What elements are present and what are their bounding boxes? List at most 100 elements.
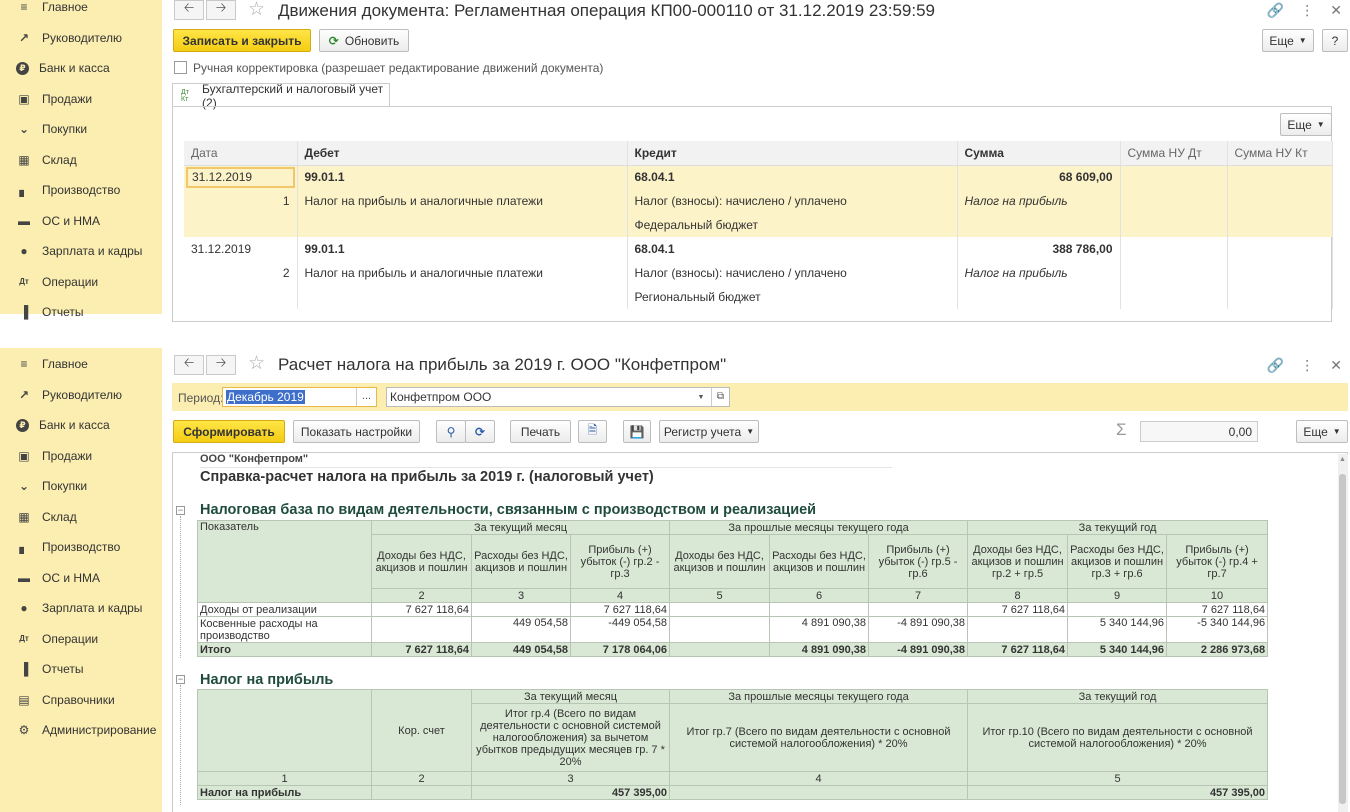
sidebar-item[interactable]: ↗ Руководителю (0, 380, 162, 411)
dropdown-icon[interactable]: ▼ (693, 394, 709, 401)
col-date[interactable]: Дата (184, 141, 298, 166)
date-cell[interactable]: 31.12.2019 (184, 165, 298, 189)
sidebar-item[interactable]: ▬ ОС и НМА (0, 563, 162, 594)
sidebar-item-label: Зарплата и кадры (42, 244, 143, 259)
col-debit[interactable]: Дебет (297, 141, 628, 166)
refresh-button[interactable]: ⟳ Обновить (319, 29, 409, 52)
total-cell: 7 178 064,06 (569, 642, 671, 657)
tax-base-table: Показатель За текущий месяц За прошлые м… (197, 520, 1269, 657)
sidebar-item[interactable]: ▣ Продажи (0, 84, 162, 115)
indicator-header: Показатель (197, 520, 372, 603)
link-icon[interactable]: 🔗 (1267, 357, 1284, 374)
table-row[interactable]: 2 Налог на прибыль и аналогичные платежи… (184, 261, 1333, 285)
sidebar-item-label: Главное (42, 0, 88, 15)
table-row[interactable]: 31.12.2019 99.01.1 68.04.1 388 786,00 (184, 237, 1333, 261)
forward-button[interactable]: 🡢 (206, 0, 236, 20)
sidebar-item[interactable]: ▣ Продажи (0, 441, 162, 472)
manual-correction-checkbox[interactable] (174, 61, 187, 74)
collapse-icon[interactable]: − (176, 675, 185, 684)
ellipsis-icon[interactable]: ... (356, 388, 376, 406)
organization-field[interactable]: Конфетпром ООО ▼ ⧉ (386, 387, 730, 407)
sidebar-item[interactable]: ▐ Отчеты (0, 297, 162, 322)
save-close-button[interactable]: Записать и закрыть (173, 29, 311, 52)
sidebar-item-label: Зарплата и кадры (42, 601, 143, 616)
sidebar-item[interactable]: ₽ Банк и касса (0, 410, 162, 441)
save-button[interactable]: 💾 (623, 420, 651, 443)
print-button[interactable]: Печать (510, 420, 571, 443)
tab-accounting[interactable]: Дт Кт Бухгалтерский и налоговый учет (2) (172, 82, 390, 110)
sidebar-item[interactable]: ▖ Производство (0, 175, 162, 206)
sidebar-item[interactable]: ▤ Справочники (0, 685, 162, 716)
table-row[interactable]: Региональный бюджет (184, 285, 1333, 309)
sidebar-item[interactable]: ▐ Отчеты (0, 654, 162, 685)
date-cell[interactable]: 31.12.2019 (184, 237, 298, 261)
grid-icon: ▦ (18, 152, 30, 167)
subhead: Расходы без НДС, акцизов и пошлин (769, 534, 870, 589)
close-icon[interactable]: ✕ (1330, 357, 1342, 374)
preview-button[interactable]: 🗎 (578, 420, 607, 443)
arrow-right-icon: 🡢 (215, 0, 227, 15)
sidebar-item[interactable]: ⌄ Покупки (0, 114, 162, 145)
subhead: Итог гр.4 (Всего по видам деятельности с… (471, 703, 670, 772)
back-button[interactable]: 🡠 (174, 0, 204, 20)
table-row[interactable]: Федеральный бюджет (184, 213, 1333, 237)
search-next-button[interactable]: ⟳ (465, 420, 495, 443)
empty-cell (1227, 213, 1333, 237)
table-row[interactable]: 1 Налог на прибыль и аналогичные платежи… (184, 189, 1333, 213)
sidebar-item-label: Банк и касса (39, 418, 110, 433)
period-field[interactable]: Декабрь 2019 ... (222, 387, 377, 407)
collapse-icon[interactable]: − (176, 506, 185, 515)
sidebar-item-label: Справочники (42, 692, 115, 707)
sum-field[interactable]: 0,00 (1140, 421, 1258, 442)
col-sum-nu-dt[interactable]: Сумма НУ Дт (1120, 141, 1228, 166)
sidebar-item[interactable]: Дт Операции (0, 267, 162, 298)
close-icon[interactable]: ✕ (1330, 2, 1342, 19)
nu-dt-cell (1120, 165, 1228, 189)
sidebar-item[interactable]: ▬ ОС и НМА (0, 206, 162, 237)
bag-icon: ▣ (18, 91, 30, 106)
col-sum-nu-kt[interactable]: Сумма НУ Кт (1227, 141, 1333, 166)
more-vert-icon[interactable]: ⋮ (1300, 357, 1314, 374)
sidebar-item[interactable]: ▦ Склад (0, 145, 162, 176)
scrollbar[interactable]: ▲ (1338, 454, 1348, 812)
back-button[interactable]: 🡠 (174, 355, 204, 375)
more-button[interactable]: Еще ▼ (1296, 420, 1348, 443)
sidebar-item[interactable]: ▦ Склад (0, 502, 162, 533)
open-icon[interactable]: ⧉ (711, 388, 729, 406)
scrollbar-thumb[interactable] (1339, 474, 1346, 804)
sidebar-item[interactable]: ▖ Производство (0, 532, 162, 563)
col-sum[interactable]: Сумма (957, 141, 1121, 166)
help-button[interactable]: ? (1322, 29, 1348, 52)
sidebar-item[interactable]: ● Зарплата и кадры (0, 593, 162, 624)
favorite-star-icon[interactable]: ☆ (248, 352, 265, 375)
credit-cell: 68.04.1 (627, 165, 958, 189)
forward-button[interactable]: 🡢 (206, 355, 236, 375)
table-row[interactable]: 31.12.2019 99.01.1 68.04.1 68 609,00 (184, 165, 1333, 189)
sidebar-item[interactable]: ⌄ Покупки (0, 471, 162, 502)
favorite-star-icon[interactable]: ☆ (248, 0, 265, 21)
search-button[interactable]: ⚲ (436, 420, 466, 443)
sidebar-item[interactable]: ≡ Главное (0, 0, 162, 23)
sidebar-item[interactable]: ● Зарплата и кадры (0, 236, 162, 267)
generate-button[interactable]: Сформировать (173, 420, 285, 443)
show-settings-button[interactable]: Показать настройки (293, 420, 420, 443)
sidebar-item[interactable]: ⚙ Администрирование (0, 715, 162, 746)
credit-cell: 68.04.1 (627, 237, 958, 261)
sidebar-item[interactable]: ₽ Банк и касса (0, 53, 162, 84)
sidebar-item[interactable]: ↗ Руководителю (0, 23, 162, 54)
more-button[interactable]: Еще ▼ (1262, 29, 1314, 52)
col-credit[interactable]: Кредит (627, 141, 958, 166)
group-line (180, 516, 181, 658)
total-cell: 7 627 118,64 (371, 642, 472, 657)
row-name: Доходы от реализации (197, 602, 372, 617)
empty-cell (1120, 213, 1228, 237)
more-vert-icon[interactable]: ⋮ (1300, 2, 1314, 19)
register-button[interactable]: Регистр учета ▼ (659, 420, 759, 443)
link-icon[interactable]: 🔗 (1267, 2, 1284, 19)
sidebar-item[interactable]: Дт Операции (0, 624, 162, 655)
scroll-up-icon[interactable]: ▲ (1339, 456, 1346, 463)
col-num: 3 (471, 771, 670, 786)
sidebar-item[interactable]: ≡ Главное (0, 349, 162, 380)
kor-cell (371, 785, 472, 800)
grid-more-button[interactable]: Еще ▼ (1280, 113, 1332, 136)
